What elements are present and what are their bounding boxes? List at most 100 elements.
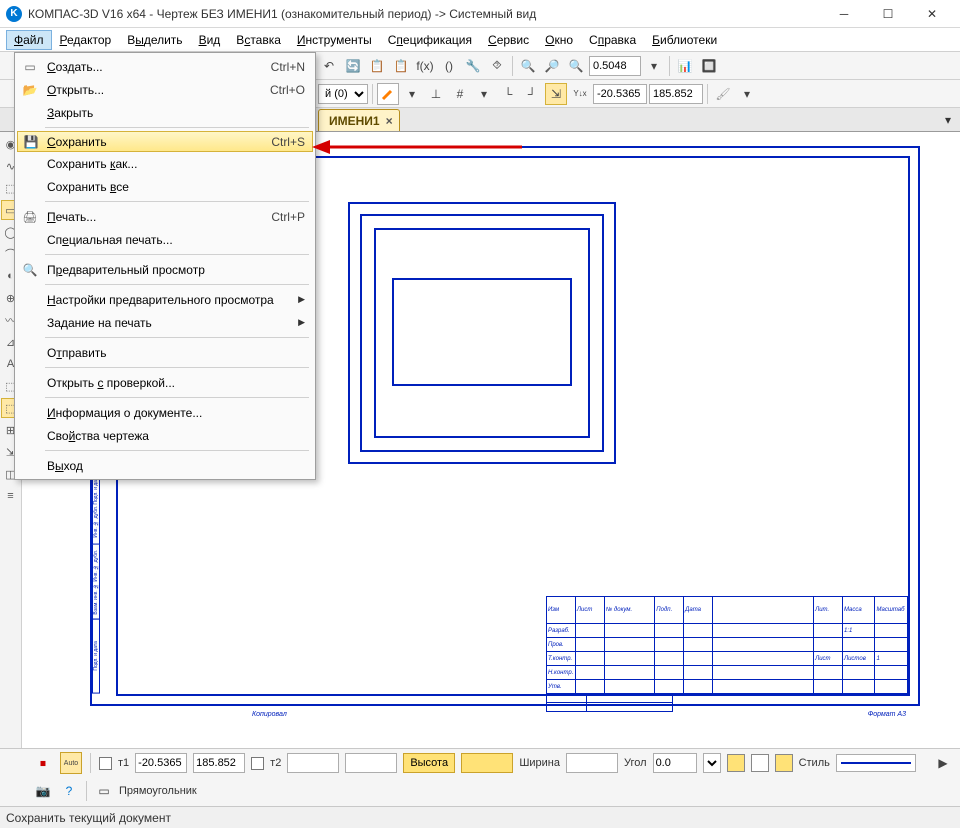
menu-item-label: Открыть... (47, 83, 104, 97)
t2-x-input[interactable] (287, 753, 339, 773)
swatch-2[interactable] (751, 754, 769, 772)
layer-select[interactable]: й (0) (318, 84, 368, 104)
annotation-arrow (312, 139, 522, 155)
menu-item-label: Закрыть (47, 106, 93, 120)
file-menu-item[interactable]: Свойства чертежа (17, 424, 313, 447)
coord-x-input[interactable] (135, 753, 187, 773)
help-icon[interactable]: ? (58, 780, 80, 802)
file-menu-item[interactable]: Открыть с проверкой... (17, 371, 313, 394)
file-menu-item[interactable]: Информация о документе... (17, 401, 313, 424)
coord-y[interactable] (649, 84, 703, 104)
bottom-panel: ⏹ Auto т1 т2 Высота Ширина Угол Стиль ▶ … (0, 748, 960, 806)
angle-label: Угол (624, 757, 647, 769)
close-button[interactable]: ✕ (910, 0, 954, 28)
tool-icon[interactable]: ⊥ (425, 83, 447, 105)
angle-input[interactable] (653, 753, 697, 773)
tabs-dropdown[interactable]: ▾ (940, 112, 956, 128)
tool-icon[interactable]: └ (497, 83, 519, 105)
tool-icon[interactable]: 🔎 (541, 55, 563, 77)
menu-вставка[interactable]: Вставка (228, 30, 289, 50)
pen-dropdown[interactable]: ▾ (401, 83, 423, 105)
width-input[interactable] (566, 753, 618, 773)
style-line-preview[interactable] (836, 754, 916, 772)
left-tool-16[interactable]: ≡ (1, 486, 21, 506)
zoom-dropdown[interactable]: ▾ (643, 55, 665, 77)
pen-color[interactable] (377, 83, 399, 105)
menu-файл[interactable]: Файл (6, 30, 52, 50)
tool-icon[interactable]: 🔍 (517, 55, 539, 77)
tab-close-icon[interactable]: × (386, 114, 393, 128)
tab-label: ИМЕНИ1 (329, 114, 380, 128)
file-menu-item[interactable]: Задание на печать▶ (17, 311, 313, 334)
height-label: Высота (403, 753, 455, 773)
coord-toggle[interactable]: ⇲ (545, 83, 567, 105)
file-menu: ▭Создать...Ctrl+N📂Открыть...Ctrl+OЗакрыт… (14, 52, 316, 480)
menu-окно[interactable]: Окно (537, 30, 581, 50)
tool-icon[interactable]: 📊 (674, 55, 696, 77)
swatch-1[interactable] (727, 754, 745, 772)
style-label: Стиль (799, 757, 830, 769)
tool-icon[interactable]: ┘ (521, 83, 543, 105)
menu-сервис[interactable]: Сервис (480, 30, 537, 50)
tool-icon[interactable]: ▾ (473, 83, 495, 105)
tool-icon[interactable]: 🔄 (342, 55, 364, 77)
menu-вид[interactable]: Вид (191, 30, 229, 50)
coord-y-input[interactable] (193, 753, 245, 773)
tool-icon[interactable]: 🔍 (565, 55, 587, 77)
caption-kopiroval: Копировал (252, 711, 287, 718)
file-menu-item[interactable]: ▭Создать...Ctrl+N (17, 55, 313, 78)
file-menu-item[interactable]: Отправить (17, 341, 313, 364)
tool-icon[interactable]: ↶ (318, 55, 340, 77)
file-menu-item[interactable]: Сохранить как... (17, 152, 313, 175)
minimize-button[interactable]: ─ (822, 0, 866, 28)
menu-спецификация[interactable]: Спецификация (380, 30, 480, 50)
file-menu-item[interactable]: Закрыть (17, 101, 313, 124)
tool-icon[interactable]: () (438, 55, 460, 77)
menu-справка[interactable]: Справка (581, 30, 644, 50)
tool-icon[interactable]: 🔧 (462, 55, 484, 77)
t2-y-input[interactable] (345, 753, 397, 773)
document-tab[interactable]: ИМЕНИ1 × (318, 109, 400, 131)
file-menu-item[interactable]: Настройки предварительного просмотра▶ (17, 288, 313, 311)
menu-item-shortcut: Ctrl+N (271, 60, 305, 74)
maximize-button[interactable]: ☐ (866, 0, 910, 28)
title-block: ИзмЛист№ докум.Подп.ДатаЛит.МассаМасштаб… (546, 596, 908, 694)
angle-select[interactable] (703, 753, 721, 773)
menu-item-label: Задание на печать (47, 316, 152, 330)
menu-инструменты[interactable]: Инструменты (289, 30, 380, 50)
menu-item-label: Создать... (47, 60, 103, 74)
t2-checkbox[interactable] (251, 757, 264, 770)
file-menu-item[interactable]: Специальная печать... (17, 228, 313, 251)
t1-checkbox[interactable] (99, 757, 112, 770)
auto-button[interactable]: Auto (60, 752, 82, 774)
menu-item-label: Настройки предварительного просмотра (47, 293, 274, 307)
tool-icon[interactable]: f(x) (414, 55, 436, 77)
titlebar: K КОМПАС-3D V16 x64 - Чертеж БЕЗ ИМЕНИ1 … (0, 0, 960, 28)
file-menu-item[interactable]: 🖨Печать...Ctrl+P (17, 205, 313, 228)
brush-icon[interactable]: 🖌 (712, 83, 734, 105)
file-menu-item[interactable]: 📂Открыть...Ctrl+O (17, 78, 313, 101)
menu-редактор[interactable]: Редактор (52, 30, 120, 50)
stop-button[interactable]: ⏹ (32, 752, 54, 774)
tool-icon[interactable]: 📋 (366, 55, 388, 77)
t2-label: т2 (270, 757, 281, 769)
file-menu-item[interactable]: Выход (17, 454, 313, 477)
tool-icon[interactable]: 📋 (390, 55, 412, 77)
swatch-3[interactable] (775, 754, 793, 772)
menu-выделить[interactable]: Выделить (119, 30, 190, 50)
height-input[interactable] (461, 753, 513, 773)
tool-icon[interactable]: 🔲 (698, 55, 720, 77)
tool-icon[interactable]: # (449, 83, 471, 105)
zoom-input[interactable] (589, 56, 641, 76)
file-menu-item[interactable]: Сохранить все (17, 175, 313, 198)
file-menu-item[interactable]: 💾СохранитьCtrl+S (17, 131, 313, 152)
arrow-right-icon[interactable]: ▶ (932, 752, 954, 774)
file-menu-item[interactable]: 🔍Предварительный просмотр (17, 258, 313, 281)
menu-библиотеки[interactable]: Библиотеки (644, 30, 725, 50)
menu-item-label: Свойства чертежа (47, 429, 149, 443)
camera-icon[interactable]: 📷 (32, 780, 54, 802)
brush-dropdown[interactable]: ▾ (736, 83, 758, 105)
rect-tool-icon[interactable]: ▭ (93, 780, 115, 802)
tool-icon[interactable]: ⯑ (486, 55, 508, 77)
coord-x[interactable] (593, 84, 647, 104)
